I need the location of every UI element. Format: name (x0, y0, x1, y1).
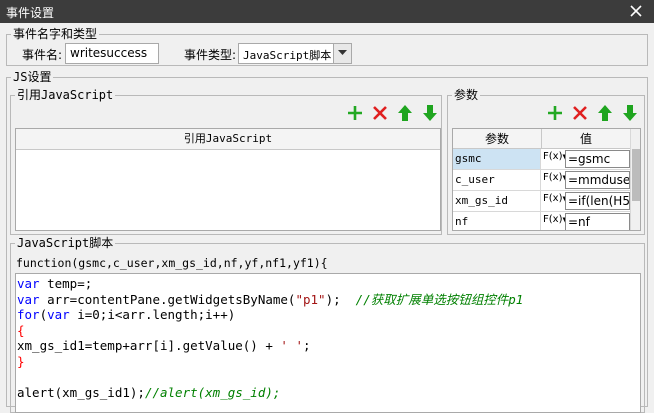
param-add-button[interactable] (546, 104, 564, 122)
script-legend: JavaScript脚本 (15, 236, 116, 250)
event-type-label: 事件类型: (184, 48, 237, 62)
param-name-header: 参数 (453, 129, 542, 149)
ref-add-button[interactable] (346, 104, 364, 122)
js-settings-legend: JS设置 (11, 70, 54, 84)
arrow-up-icon (598, 105, 612, 121)
param-value-input[interactable]: =mmduse (565, 171, 630, 189)
event-type-value: JavaScript脚本 (243, 49, 332, 62)
event-type-select[interactable]: JavaScript脚本 (238, 43, 352, 64)
code-line: for(var i=0;i<arr.length;i++) (17, 307, 236, 323)
code-line: { (17, 322, 25, 338)
param-row[interactable]: nf F(x)▼ =nf (453, 212, 631, 230)
window-title: 事件设置 (6, 6, 55, 20)
event-name-label: 事件名: (22, 48, 63, 62)
param-value-input[interactable]: =if(len(H5) (565, 192, 630, 210)
param-move-up-button[interactable] (596, 104, 614, 122)
title-bar: 事件设置 (0, 0, 654, 23)
param-value-header: 值 (542, 129, 631, 149)
arrow-down-icon (623, 105, 637, 121)
param-row[interactable]: xm_gs_id F(x)▼ =if(len(H5) (453, 191, 631, 212)
plus-icon (548, 106, 562, 120)
formula-label: F(x) (543, 193, 563, 204)
arrow-up-icon (398, 105, 412, 121)
params-table: 参数 值 gsmc F(x)▼ =gsmc c_user F(x)▼ =mmdu… (452, 128, 641, 231)
param-value-input[interactable]: =gsmc (565, 150, 630, 168)
delete-icon (573, 106, 587, 120)
param-row[interactable]: gsmc F(x)▼ =gsmc (453, 149, 631, 170)
code-editor[interactable]: var temp=; var arr=contentPane.getWidget… (15, 273, 641, 413)
param-name: c_user (453, 170, 541, 190)
ref-js-legend: 引用JavaScript (15, 88, 116, 102)
arrow-down-icon (423, 105, 437, 121)
event-group-legend: 事件名字和类型 (11, 27, 100, 41)
param-row[interactable]: c_user F(x)▼ =mmduse (453, 170, 631, 191)
params-legend: 参数 (452, 88, 481, 102)
ref-js-column-header: 引用JavaScript (16, 129, 440, 150)
close-icon (630, 5, 642, 17)
params-scrollbar[interactable] (630, 129, 640, 230)
close-button[interactable] (630, 2, 646, 20)
code-line: alert(xm_gs_id1);//alert(xm_gs_id); (17, 385, 281, 401)
param-remove-button[interactable] (571, 104, 589, 122)
code-line: xm_gs_id1=temp+arr[i].getValue() + ' '; (17, 338, 311, 354)
formula-label: F(x) (543, 214, 563, 225)
dropdown-button[interactable] (333, 44, 351, 63)
code-line: var temp=; (17, 276, 93, 291)
formula-label: F(x) (543, 172, 563, 183)
formula-label: F(x) (543, 151, 563, 162)
ref-remove-button[interactable] (371, 104, 389, 122)
chevron-down-icon (338, 50, 347, 55)
delete-icon (373, 106, 387, 120)
param-name: nf (453, 212, 541, 230)
plus-icon (348, 106, 362, 120)
function-signature: function(gsmc,c_user,xm_gs_id,nf,yf,nf1,… (16, 256, 328, 270)
param-move-down-button[interactable] (621, 104, 639, 122)
ref-js-list[interactable]: 引用JavaScript (15, 128, 441, 231)
event-name-input[interactable]: writesuccess (65, 43, 159, 64)
ref-move-down-button[interactable] (421, 104, 439, 122)
code-line: } (17, 353, 25, 369)
ref-move-up-button[interactable] (396, 104, 414, 122)
param-value-input[interactable]: =nf (565, 213, 630, 230)
code-line: var arr=contentPane.getWidgetsByName("p1… (17, 291, 524, 307)
scrollbar-thumb[interactable] (632, 149, 640, 201)
param-name: xm_gs_id (453, 191, 541, 211)
param-name: gsmc (453, 149, 541, 169)
